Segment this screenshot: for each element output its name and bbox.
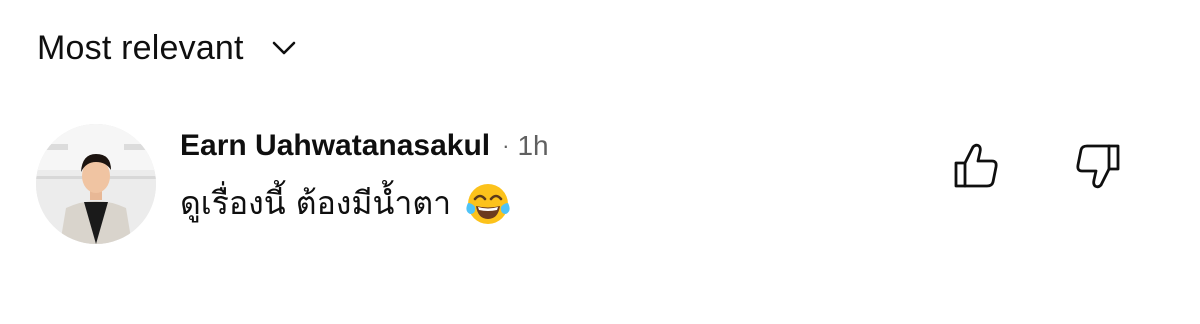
tears-of-joy-emoji-icon	[465, 181, 511, 227]
sort-label: Most relevant	[37, 28, 244, 67]
avatar[interactable]	[36, 124, 156, 244]
comment-actions	[948, 140, 1126, 196]
comment-body: ดูเรื่องนี้ ต้องมีน้ำตา	[180, 178, 511, 229]
separator-dot: ·	[502, 133, 510, 158]
thumbs-down-icon	[1073, 141, 1123, 196]
sort-dropdown[interactable]: Most relevant	[37, 22, 298, 74]
comment-header: Earn Uahwatanasakul · 1h	[180, 126, 549, 166]
comment-timestamp[interactable]: 1h	[517, 130, 548, 162]
chevron-down-icon	[270, 34, 298, 62]
dislike-button[interactable]	[1070, 140, 1126, 196]
like-button[interactable]	[948, 140, 1004, 196]
comment-text: ดูเรื่องนี้ ต้องมีน้ำตา	[180, 184, 452, 222]
thumbs-up-icon	[951, 141, 1001, 196]
comment-author[interactable]: Earn Uahwatanasakul	[180, 129, 490, 163]
